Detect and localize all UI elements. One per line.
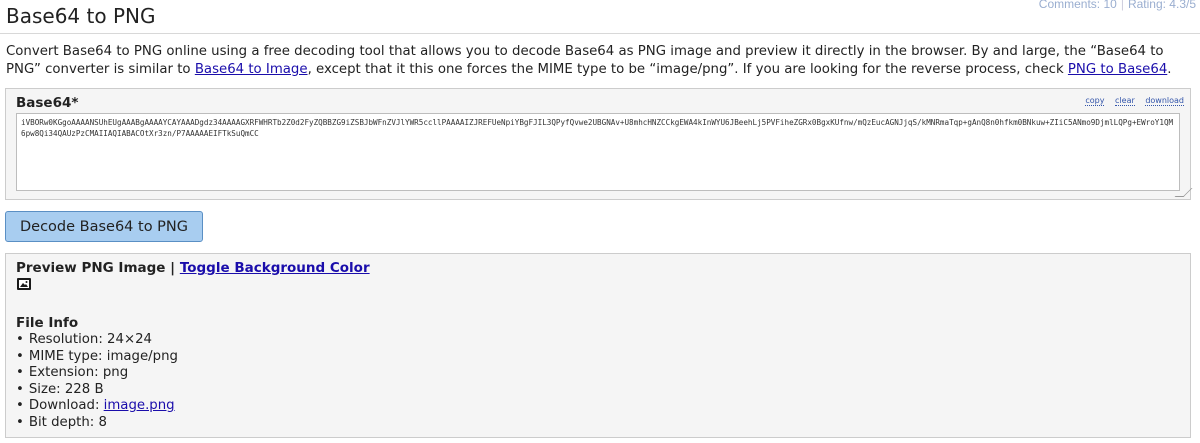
- toggle-background-link[interactable]: Toggle Background Color: [180, 260, 370, 276]
- preview-header: Preview PNG Image | Toggle Background Co…: [16, 260, 370, 276]
- info-resolution: Resolution: 24×24: [16, 332, 178, 349]
- file-info-title: File Info: [16, 315, 79, 331]
- file-info-list: Resolution: 24×24 MIME type: image/png E…: [16, 332, 178, 431]
- info-mime-type: MIME type: image/png: [16, 349, 178, 366]
- png-to-base64-link[interactable]: PNG to Base64: [1068, 62, 1167, 77]
- intro-text-3: .: [1167, 62, 1172, 77]
- copy-link[interactable]: copy: [1085, 96, 1105, 106]
- info-download: Download: image.png: [16, 398, 178, 415]
- image-icon[interactable]: [17, 278, 31, 290]
- title-divider: [0, 33, 1200, 34]
- preview-panel: Preview PNG Image | Toggle Background Co…: [5, 253, 1191, 438]
- info-bit-depth: Bit depth: 8: [16, 415, 178, 432]
- preview-label: Preview PNG Image: [16, 260, 166, 276]
- decode-button[interactable]: Decode Base64 to PNG: [5, 211, 203, 242]
- info-extension: Extension: png: [16, 365, 178, 382]
- rating-link[interactable]: Rating: 4.3/5: [1128, 0, 1196, 11]
- meta-separator: |: [1120, 0, 1124, 11]
- clear-link[interactable]: clear: [1115, 96, 1135, 106]
- base64-input-label: Base64*: [16, 95, 79, 111]
- comments-link[interactable]: Comments: 10: [1039, 0, 1117, 11]
- base64-to-image-link[interactable]: Base64 to Image: [195, 62, 308, 77]
- download-link[interactable]: download: [1145, 96, 1184, 106]
- intro-text-2: , except that it this one forces the MIM…: [307, 62, 1068, 77]
- preview-separator: |: [170, 260, 176, 276]
- download-label: Download:: [28, 398, 104, 413]
- top-meta-bar: Comments: 10 | Rating: 4.3/5: [1039, 0, 1196, 11]
- base64-input-panel: Base64* copy clear download iVBORw0KGgoA…: [5, 88, 1193, 200]
- page-title: Base64 to PNG: [6, 4, 156, 28]
- download-image-link[interactable]: image.png: [104, 398, 175, 413]
- input-tools: copy clear download: [1077, 96, 1184, 106]
- intro-paragraph: Convert Base64 to PNG online using a fre…: [6, 43, 1191, 79]
- base64-textarea[interactable]: iVBORw0KGgoAAAANSUhEUgAAABgAAAAYCAYAAADg…: [16, 113, 1180, 191]
- info-size: Size: 228 B: [16, 382, 178, 399]
